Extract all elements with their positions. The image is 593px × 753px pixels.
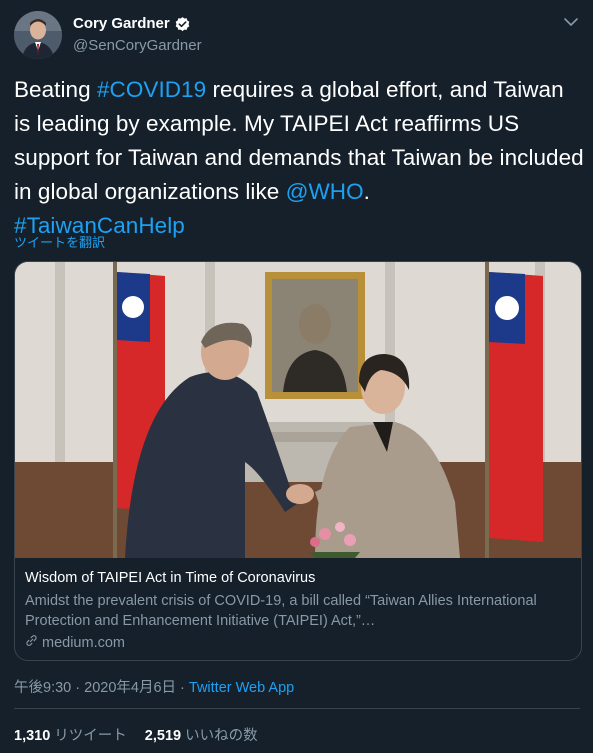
source-app-link[interactable]: Twitter Web App: [189, 680, 294, 696]
tweet-text: Beating #COVID19 requires a global effor…: [14, 73, 584, 243]
engagement-stats: 1,310 リツイート 2,519 いいねの数: [14, 724, 258, 745]
link-icon: [25, 633, 38, 653]
likes-label: いいねの数: [185, 728, 258, 744]
likes-stat[interactable]: 2,519 いいねの数: [145, 724, 258, 745]
meta-separator: ·: [71, 680, 85, 696]
meta-separator: ·: [176, 680, 189, 696]
handle[interactable]: @SenCoryGardner: [73, 36, 202, 56]
mention-who[interactable]: @WHO: [286, 179, 364, 204]
display-name[interactable]: Cory Gardner: [73, 14, 202, 34]
card-domain-text: medium.com: [42, 635, 125, 651]
card-domain: medium.com: [25, 633, 573, 653]
retweets-stat[interactable]: 1,310 リツイート: [14, 724, 127, 745]
likes-count: 2,519: [144, 728, 182, 744]
card-image: [15, 262, 581, 558]
verified-badge-icon: [174, 16, 191, 33]
divider: [14, 708, 580, 709]
retweets-label: リツイート: [54, 728, 127, 744]
tweet-text-part: Beating: [14, 77, 97, 102]
card-description: Amidst the prevalent crisis of COVID-19,…: [25, 593, 537, 629]
tweet-time[interactable]: 午後9:30: [14, 680, 71, 696]
tweet-text-part: .: [363, 179, 370, 204]
chevron-down-icon[interactable]: [562, 13, 580, 31]
retweets-count: 1,310: [14, 728, 51, 744]
display-name-text: Cory Gardner: [73, 15, 170, 32]
tweet-header: Cory Gardner @SenCoryGardner: [14, 11, 580, 61]
tweet-metadata: 午後9:30 · 2020年4月6日 · Twitter Web App: [14, 676, 294, 697]
card-title: Wisdom of TAIPEI Act in Time of Coronavi…: [25, 570, 316, 586]
link-card[interactable]: Wisdom of TAIPEI Act in Time of Coronavi…: [14, 261, 582, 661]
tweet-date[interactable]: 2020年4月6日: [84, 680, 176, 696]
avatar[interactable]: [14, 11, 62, 59]
hashtag-covid19[interactable]: #COVID19: [97, 77, 206, 102]
translate-tweet-link[interactable]: ツイートを翻訳: [14, 232, 105, 251]
